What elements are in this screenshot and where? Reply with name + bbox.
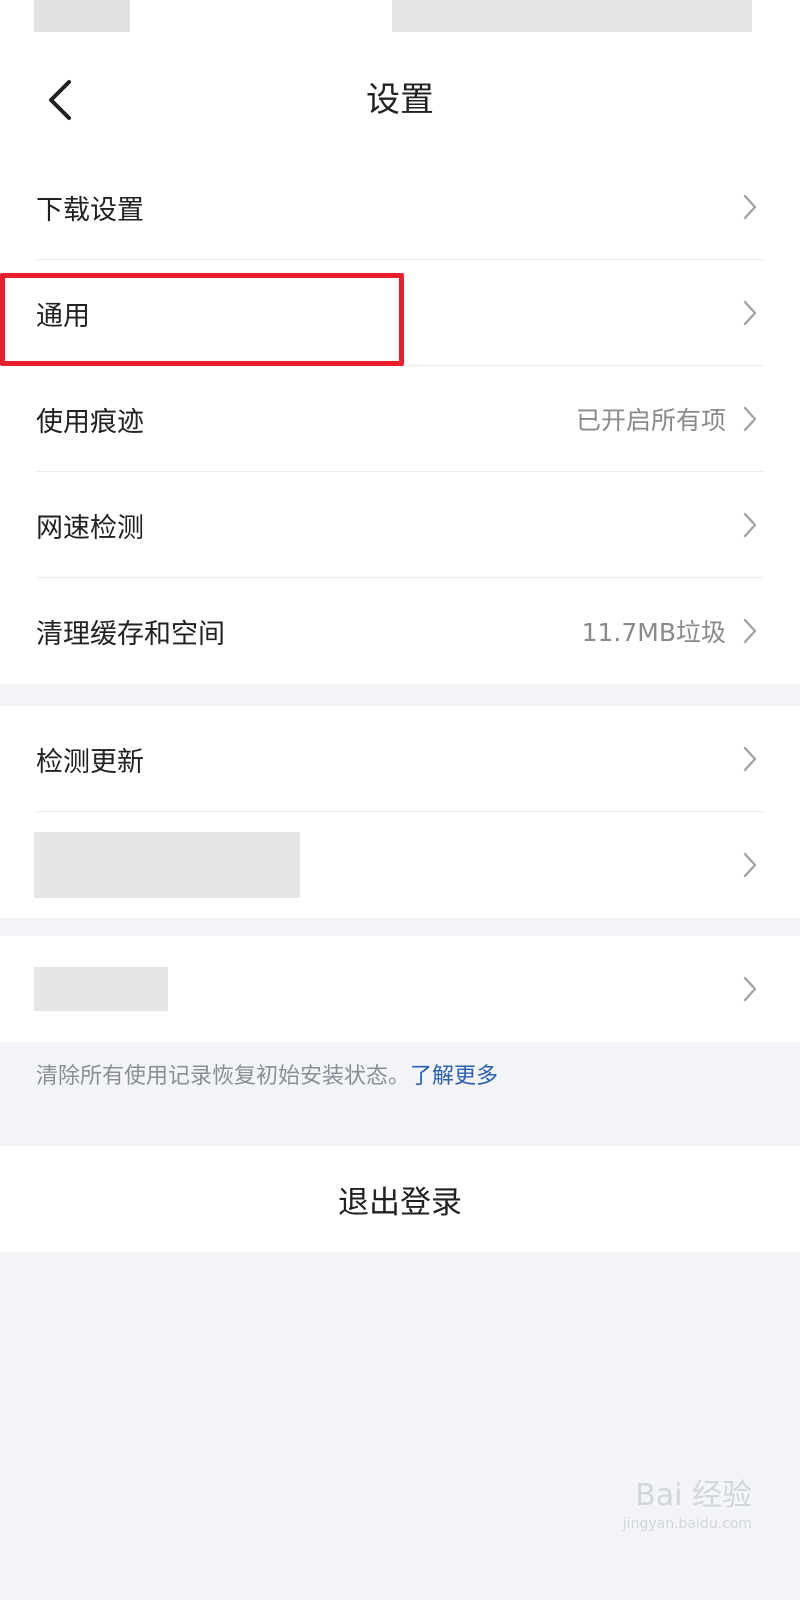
redacted-label — [34, 832, 300, 898]
settings-item-redacted[interactable] — [0, 812, 800, 918]
chevron-right-icon — [740, 192, 760, 222]
settings-item-value: 11.7MB垃圾 — [581, 618, 726, 647]
learn-more-link[interactable]: 了解更多 — [410, 1064, 498, 1089]
settings-item-label: 网速检测 — [36, 512, 144, 544]
chevron-right-icon — [740, 744, 760, 774]
settings-item-general[interactable]: 通用 — [0, 260, 800, 366]
chevron-right-icon — [740, 850, 760, 880]
redacted-status-right — [392, 0, 752, 32]
chevron-right-icon — [740, 404, 760, 434]
status-bar — [0, 0, 800, 46]
redacted-status-left — [34, 0, 130, 32]
chevron-right-icon — [740, 974, 760, 1004]
logout-button[interactable]: 退出登录 — [0, 1146, 800, 1252]
reset-note: 清除所有使用记录恢复初始安装状态。了解更多 — [36, 1058, 498, 1090]
settings-item-label: 下载设置 — [36, 194, 144, 226]
settings-group-reset — [0, 936, 800, 1042]
page-title: 设置 — [366, 80, 434, 120]
settings-item-clear-cache[interactable]: 清理缓存和空间 11.7MB垃圾 — [0, 578, 800, 684]
settings-item-value: 已开启所有项 — [575, 406, 726, 435]
redacted-label — [34, 967, 168, 1011]
settings-item-label: 清理缓存和空间 — [36, 618, 225, 650]
chevron-right-icon — [740, 510, 760, 540]
settings-item-label: 通用 — [36, 300, 90, 332]
settings-item-label: 使用痕迹 — [36, 406, 144, 438]
reset-note-text: 清除所有使用记录恢复初始安装状态。 — [36, 1064, 411, 1089]
watermark-logo: Bai 经验 jingyan.baidu.com — [623, 1470, 752, 1532]
settings-item-usage-traces[interactable]: 使用痕迹 已开启所有项 — [0, 366, 800, 472]
settings-item-label: 检测更新 — [36, 746, 144, 778]
settings-group-main: 下载设置 通用 使用痕迹 已开启所有项 网速检测 清理缓存和空间 11.7MB垃… — [0, 154, 800, 684]
settings-item-redacted-reset[interactable] — [0, 936, 800, 1042]
top-nav-bar: 设置 — [0, 46, 800, 154]
settings-item-check-update[interactable]: 检测更新 — [0, 706, 800, 812]
chevron-right-icon — [740, 616, 760, 646]
settings-item-speed-test[interactable]: 网速检测 — [0, 472, 800, 578]
watermark-url: jingyan.baidu.com — [622, 1516, 752, 1532]
settings-group-update: 检测更新 — [0, 706, 800, 918]
watermark-brand: Bai 经验 — [635, 1478, 752, 1513]
settings-screen: 设置 下载设置 通用 使用痕迹 已开启所有项 网速检测 清理缓存和空间 11.7… — [0, 0, 800, 1600]
settings-item-download[interactable]: 下载设置 — [0, 154, 800, 260]
chevron-right-icon — [740, 298, 760, 328]
